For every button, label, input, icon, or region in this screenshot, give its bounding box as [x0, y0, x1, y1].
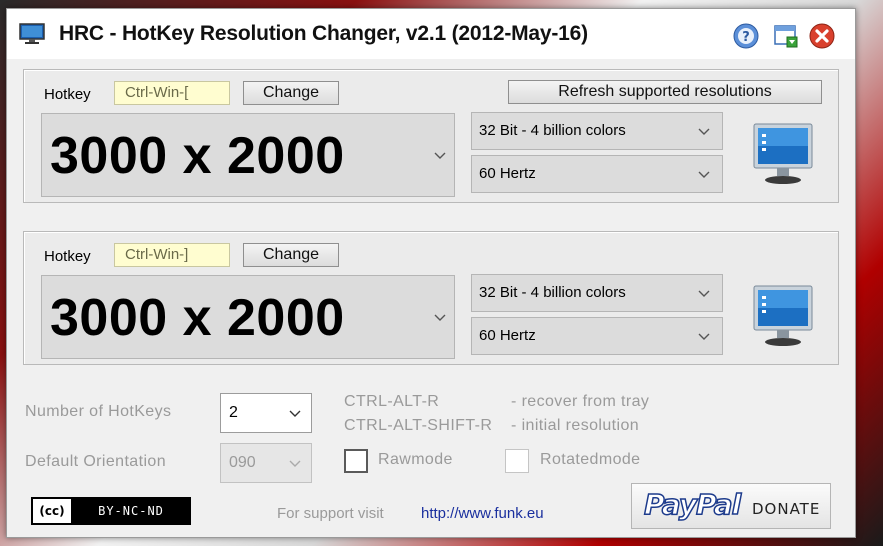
- hotkey-label: Hotkey: [44, 86, 91, 103]
- support-text: For support visit: [277, 505, 384, 522]
- hotkey-panel-2: Hotkey Ctrl-Win-] Change 3000 x 2000 32 …: [23, 231, 839, 365]
- chevron-down-icon: [434, 150, 446, 162]
- minimize-to-tray-icon[interactable]: [773, 23, 799, 49]
- paypal-donate-button[interactable]: PayPal DONATE: [631, 483, 831, 529]
- chevron-down-icon: [698, 331, 710, 343]
- default-orientation-label: Default Orientation: [25, 453, 167, 470]
- refresh-resolutions-button[interactable]: Refresh supported resolutions: [508, 80, 822, 104]
- chevron-down-icon: [698, 126, 710, 138]
- apply-monitor-icon[interactable]: [752, 122, 814, 188]
- close-icon[interactable]: [809, 23, 835, 49]
- chevron-down-icon: [289, 408, 301, 420]
- rawmode-label: Rawmode: [378, 451, 453, 468]
- rotatedmode-label: Rotatedmode: [540, 451, 641, 468]
- default-orientation-select[interactable]: 090: [220, 443, 312, 483]
- num-hotkeys-select[interactable]: 2: [220, 393, 312, 433]
- change-hotkey-button[interactable]: Change: [243, 81, 339, 105]
- hotkey-panel-1: Hotkey Ctrl-Win-[ Change Refresh support…: [23, 69, 839, 203]
- hotkey-combo-field[interactable]: Ctrl-Win-]: [114, 243, 230, 267]
- num-hotkeys-value: 2: [229, 404, 238, 421]
- chevron-down-icon: [434, 312, 446, 324]
- app-monitor-icon: [19, 23, 45, 45]
- app-window: HRC - HotKey Resolution Changer, v2.1 (2…: [6, 8, 856, 538]
- resolution-value: 3000 x 2000: [50, 127, 345, 185]
- title-bar[interactable]: HRC - HotKey Resolution Changer, v2.1 (2…: [7, 9, 855, 59]
- chevron-down-icon: [698, 169, 710, 181]
- refresh-rate-select[interactable]: 60 Hertz: [471, 155, 723, 193]
- paypal-logo: PayPal: [643, 487, 742, 522]
- cc-logo: (cc): [33, 499, 73, 523]
- hotkey-combo-field[interactable]: Ctrl-Win-[: [114, 81, 230, 105]
- change-hotkey-button[interactable]: Change: [243, 243, 339, 267]
- resolution-value: 3000 x 2000: [50, 289, 345, 347]
- chevron-down-icon: [698, 288, 710, 300]
- color-depth-value: 32 Bit - 4 billion colors: [479, 284, 626, 301]
- rotatedmode-checkbox[interactable]: [505, 449, 529, 473]
- orientation-value: 090: [229, 454, 256, 471]
- help-icon[interactable]: ?: [733, 23, 759, 49]
- num-hotkeys-label: Number of HotKeys: [25, 403, 172, 420]
- shortcut-description: - initial resolution: [511, 417, 640, 434]
- license-text: BY-NC-ND: [73, 499, 189, 523]
- hotkey-label: Hotkey: [44, 248, 91, 265]
- chevron-down-icon: [289, 458, 301, 470]
- shortcut-description: - recover from tray: [511, 393, 650, 410]
- donate-label: DONATE: [752, 500, 821, 518]
- support-link[interactable]: http://www.funk.eu: [421, 505, 544, 522]
- refresh-rate-value: 60 Hertz: [479, 165, 536, 182]
- resolution-select[interactable]: 3000 x 2000: [41, 113, 455, 197]
- shortcut-keys: CTRL-ALT-R: [344, 393, 440, 410]
- svg-text:?: ?: [742, 30, 750, 45]
- window-title: HRC - HotKey Resolution Changer, v2.1 (2…: [59, 22, 588, 45]
- apply-monitor-icon[interactable]: [752, 284, 814, 350]
- resolution-select[interactable]: 3000 x 2000: [41, 275, 455, 359]
- color-depth-select[interactable]: 32 Bit - 4 billion colors: [471, 112, 723, 150]
- color-depth-value: 32 Bit - 4 billion colors: [479, 122, 626, 139]
- window-body: Hotkey Ctrl-Win-[ Change Refresh support…: [7, 59, 855, 537]
- refresh-rate-select[interactable]: 60 Hertz: [471, 317, 723, 355]
- rawmode-checkbox[interactable]: [344, 449, 368, 473]
- license-badge[interactable]: (cc) BY-NC-ND: [31, 497, 191, 525]
- shortcut-keys: CTRL-ALT-SHIFT-R: [344, 417, 493, 434]
- refresh-rate-value: 60 Hertz: [479, 327, 536, 344]
- color-depth-select[interactable]: 32 Bit - 4 billion colors: [471, 274, 723, 312]
